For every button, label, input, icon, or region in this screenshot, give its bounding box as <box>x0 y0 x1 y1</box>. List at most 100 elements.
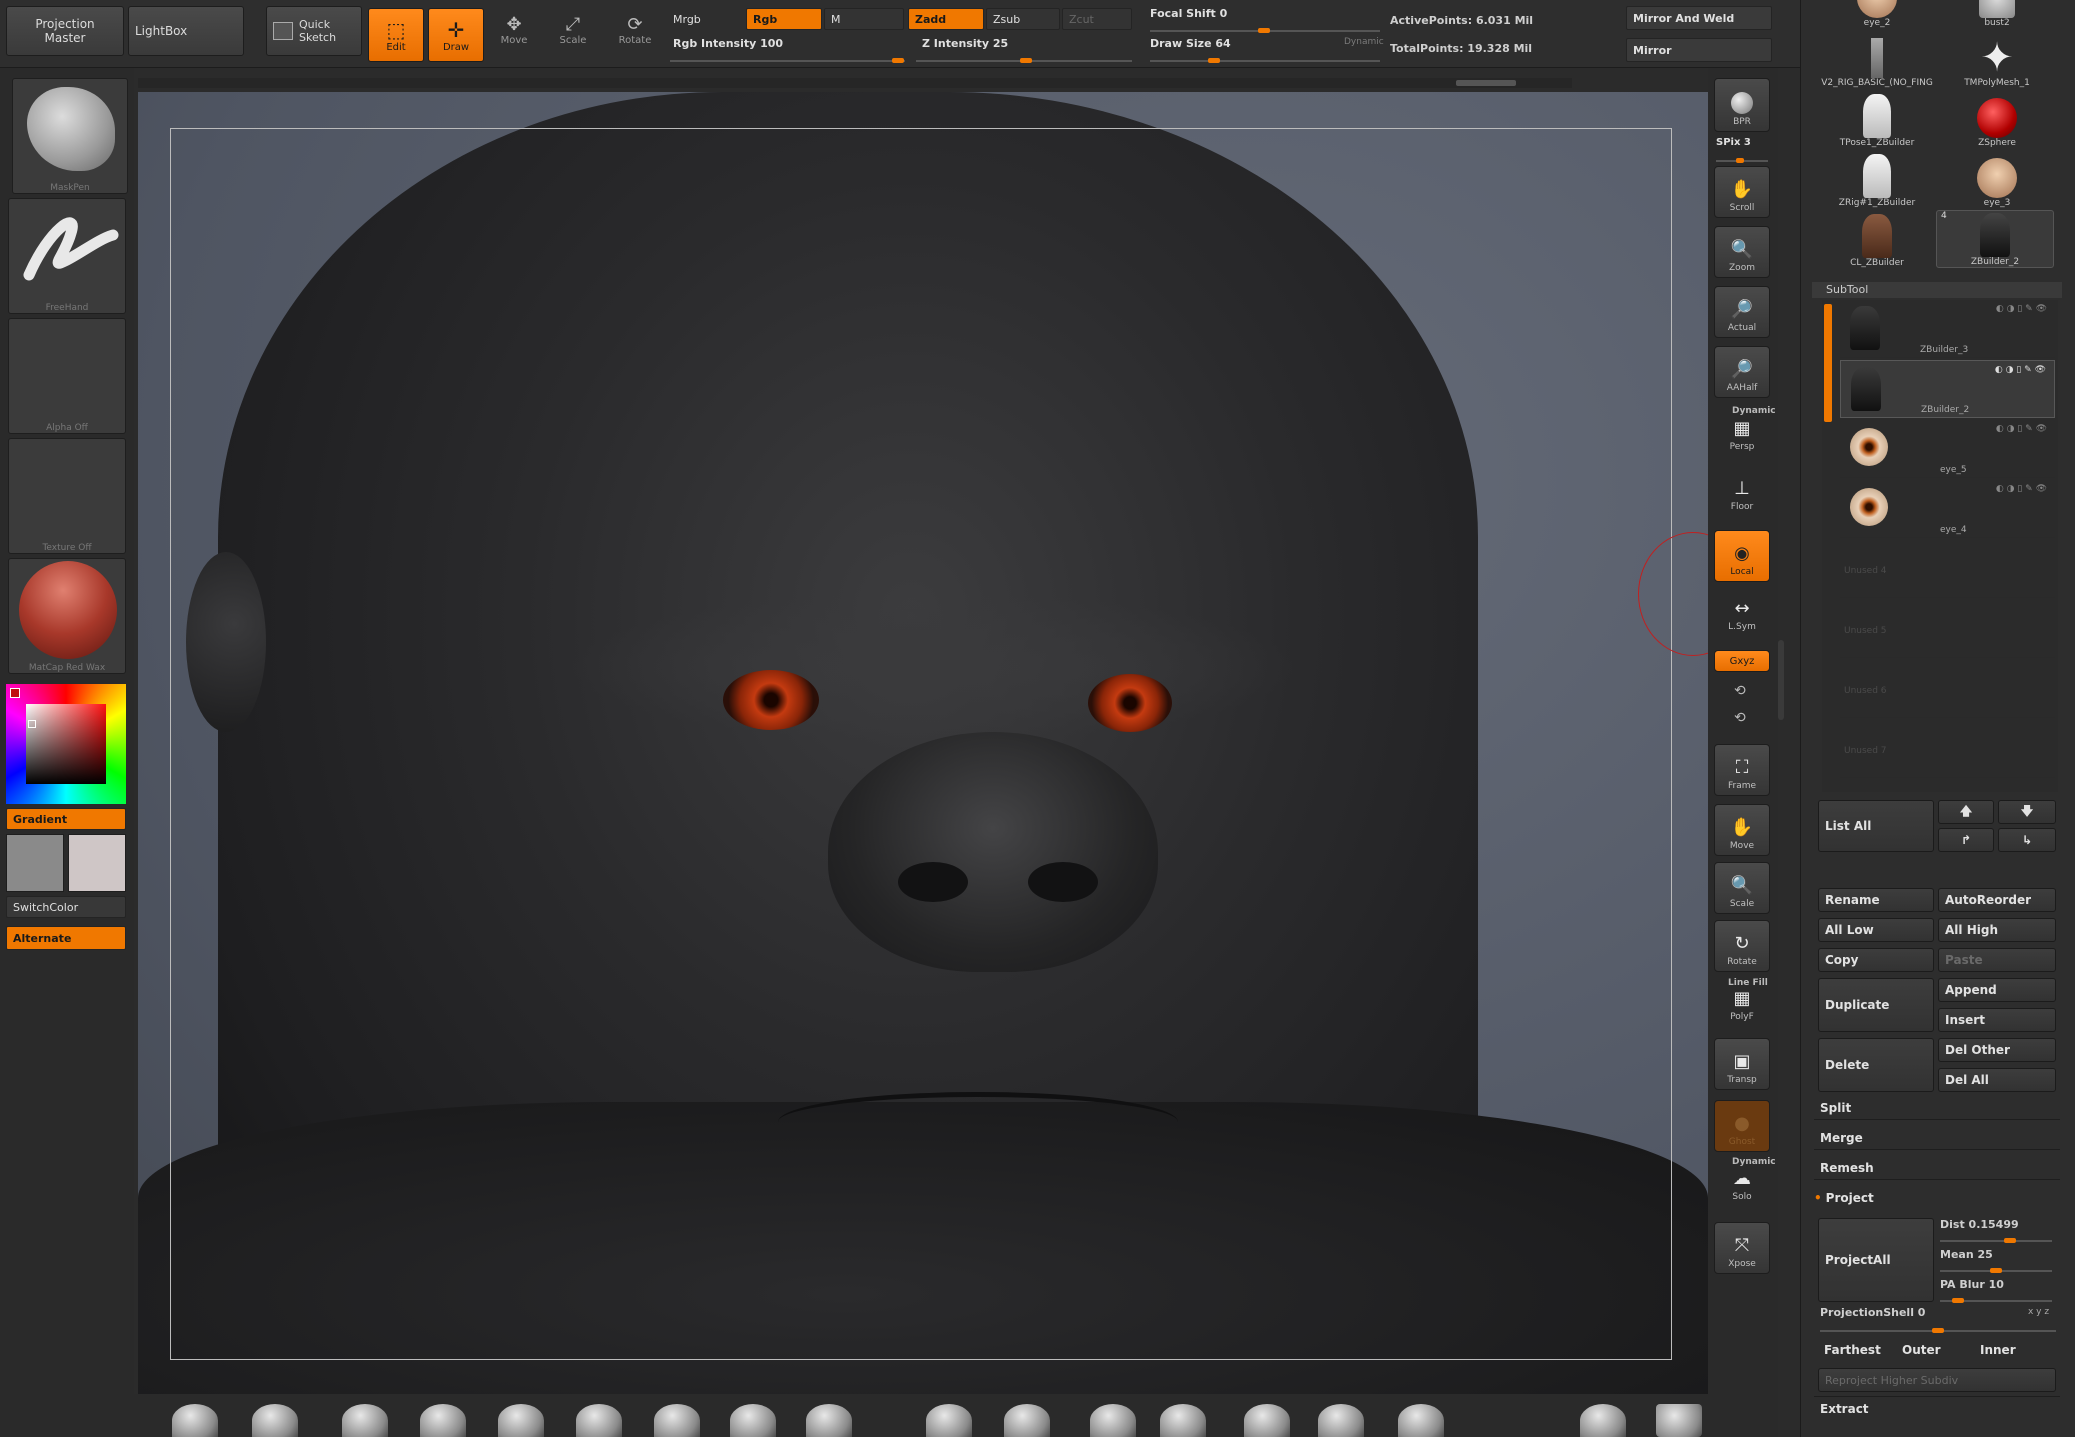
subtool-header[interactable]: SubTool <box>1812 282 2062 298</box>
pa-blur-slider-label[interactable]: PA Blur 10 <box>1940 1278 2004 1291</box>
merge-section[interactable]: Merge <box>1814 1126 2060 1150</box>
brush-preset-7[interactable] <box>654 1404 700 1437</box>
secondary-color-swatch[interactable] <box>68 834 126 892</box>
inner-toggle[interactable]: Inner <box>1974 1338 2054 1362</box>
auto-reorder-button[interactable]: AutoReorder <box>1938 888 2056 912</box>
reproject-higher-subdiv-button[interactable]: Reproject Higher Subdiv <box>1818 1368 2056 1392</box>
tool-eye-3[interactable]: eye_3 <box>1942 150 2052 208</box>
subtool-row-eye-5[interactable]: ◐ ◑ ▯ ✎ 👁 eye_5 <box>1840 420 2055 478</box>
del-all-button[interactable]: Del All <box>1938 1068 2056 1092</box>
stroke-slot[interactable]: FreeHand <box>8 198 126 314</box>
split-section[interactable]: Split <box>1814 1096 2060 1120</box>
mrgb-toggle[interactable]: Mrgb <box>667 8 747 30</box>
m-toggle[interactable]: M <box>824 8 904 30</box>
brush-preset-15[interactable] <box>1318 1404 1364 1437</box>
pa-blur-knob[interactable] <box>1952 1298 1964 1303</box>
projection-shell-label[interactable]: ProjectionShell 0 <box>1820 1306 1925 1319</box>
color-picker[interactable] <box>6 684 126 804</box>
draw-size-knob[interactable] <box>1208 58 1220 63</box>
z-intensity-track[interactable] <box>916 58 1132 63</box>
brush-preset-3[interactable] <box>342 1404 388 1437</box>
outer-toggle[interactable]: Outer <box>1896 1338 1972 1362</box>
move-up-button[interactable]: 🡅 <box>1938 800 1994 824</box>
zadd-toggle[interactable]: Zadd <box>908 8 984 30</box>
floor-button[interactable]: ⊥ Floor <box>1714 478 1770 516</box>
mean-track[interactable] <box>1940 1268 2052 1273</box>
z-intensity-knob[interactable] <box>1020 58 1032 63</box>
draw-size-track[interactable] <box>1150 58 1380 63</box>
mirror-button[interactable]: Mirror <box>1626 38 1772 62</box>
subtool-toggles-icon[interactable]: ◐ ◑ ▯ ✎ 👁 <box>1996 304 2047 314</box>
canvas-scroll-thumb[interactable] <box>1456 80 1516 86</box>
brush-preset-4[interactable] <box>420 1404 466 1437</box>
project-all-button[interactable]: ProjectAll <box>1818 1218 1934 1302</box>
all-low-button[interactable]: All Low <box>1818 918 1934 942</box>
color-picker-cursor[interactable] <box>28 720 36 728</box>
scale-view-button[interactable]: 🔍 Scale <box>1714 862 1770 914</box>
tool-tpose1[interactable]: TPose1_ZBuilder <box>1822 90 1932 148</box>
tool-cl-zbuilder[interactable]: CL_ZBuilder <box>1822 210 1932 268</box>
all-high-button[interactable]: All High <box>1938 918 2056 942</box>
rotate-view-button[interactable]: ↻ Rotate <box>1714 920 1770 972</box>
move-down-button[interactable]: 🡇 <box>1998 800 2056 824</box>
lightbox-button[interactable]: LightBox <box>128 6 244 56</box>
subtool-row-zbuilder-2[interactable]: ◐ ◑ ▯ ✎ 👁 ZBuilder_2 <box>1840 360 2055 418</box>
insert-button[interactable]: Insert <box>1938 1008 2056 1032</box>
del-other-button[interactable]: Del Other <box>1938 1038 2056 1062</box>
brush-preset-14[interactable] <box>1244 1404 1290 1437</box>
delete-button[interactable]: Delete <box>1818 1038 1934 1092</box>
subtool-row-unused-6[interactable]: Unused 6 <box>1840 660 2055 718</box>
duplicate-button[interactable]: Duplicate <box>1818 978 1934 1032</box>
projection-master-button[interactable]: Projection Master <box>6 6 124 56</box>
brush-preset-6[interactable] <box>576 1404 622 1437</box>
tool-zrig1[interactable]: ZRig#1_ZBuilder <box>1822 150 1932 208</box>
subtool-scroll-indicator[interactable] <box>1824 304 1832 422</box>
extract-section[interactable]: Extract <box>1814 1396 2060 1420</box>
brush-preset-18[interactable] <box>1656 1404 1702 1437</box>
rgb-toggle[interactable]: Rgb <box>746 8 822 30</box>
tray-scrollbar[interactable] <box>1778 640 1784 720</box>
projection-shell-knob[interactable] <box>1932 1328 1944 1333</box>
tool-zsphere[interactable]: ZSphere <box>1942 90 2052 148</box>
gradient-toggle[interactable]: Gradient <box>6 808 126 830</box>
subtool-toggles-icon[interactable]: ◐ ◑ ▯ ✎ 👁 <box>1996 424 2047 434</box>
subtool-row-unused-4[interactable]: Unused 4 <box>1840 540 2055 598</box>
frame-button[interactable]: ⛶ Frame <box>1714 744 1770 796</box>
brush-preset-12[interactable] <box>1090 1404 1136 1437</box>
spix-label[interactable]: SPix 3 <box>1716 137 1751 148</box>
rotate-z-icon[interactable]: ⟲ <box>1734 710 1746 726</box>
list-all-button[interactable]: List All <box>1818 800 1934 852</box>
aahalf-button[interactable]: 🔎 AAHalf <box>1714 346 1770 398</box>
brush-preset-17[interactable] <box>1580 1404 1626 1437</box>
projection-shell-track[interactable] <box>1820 1328 2056 1333</box>
append-button[interactable]: Append <box>1938 978 2056 1002</box>
main-color-swatch[interactable] <box>6 834 64 892</box>
rotate-y-icon[interactable]: ⟲ <box>1734 683 1746 699</box>
spix-track[interactable] <box>1716 158 1768 163</box>
material-slot[interactable]: MatCap Red Wax <box>8 558 126 674</box>
brush-preset-9[interactable] <box>806 1404 852 1437</box>
tool-zbuilder-2[interactable]: 4 ZBuilder_2 <box>1936 210 2054 268</box>
rotate-mode-button[interactable]: ⟳ Rotate <box>614 14 656 56</box>
move-mode-button[interactable]: ✥ Move <box>493 14 535 56</box>
alpha-slot[interactable]: Alpha Off <box>8 318 126 434</box>
subtool-row-zbuilder-3[interactable]: ◐ ◑ ▯ ✎ 👁 ZBuilder_3 <box>1840 300 2055 358</box>
xpose-button[interactable]: ⤧ Xpose <box>1714 1222 1770 1274</box>
focal-shift-slider[interactable]: Focal Shift 0 <box>1144 2 1380 24</box>
arrange-up-button[interactable]: ↱ <box>1938 828 1994 852</box>
ghost-button[interactable]: ● Ghost <box>1714 1100 1770 1152</box>
draw-button[interactable]: ✛ Draw <box>428 8 484 62</box>
local-button[interactable]: ◉ Local <box>1714 530 1770 582</box>
solo-button[interactable]: ☁ Solo <box>1714 1166 1770 1206</box>
tool-eye-2[interactable]: eye_2 <box>1822 0 1932 28</box>
edit-button[interactable]: ⬚ Edit <box>368 8 424 62</box>
bpr-button[interactable]: BPR <box>1714 78 1770 132</box>
copy-button[interactable]: Copy <box>1818 948 1934 972</box>
quick-sketch-button[interactable]: Quick Sketch <box>266 6 362 56</box>
dist-track[interactable] <box>1940 1238 2052 1243</box>
color-picker-square[interactable] <box>26 704 106 784</box>
actual-button[interactable]: 🔎 Actual <box>1714 286 1770 338</box>
subtool-row-unused-5[interactable]: Unused 5 <box>1840 600 2055 658</box>
mean-knob[interactable] <box>1990 1268 2002 1273</box>
spix-knob[interactable] <box>1736 158 1744 163</box>
